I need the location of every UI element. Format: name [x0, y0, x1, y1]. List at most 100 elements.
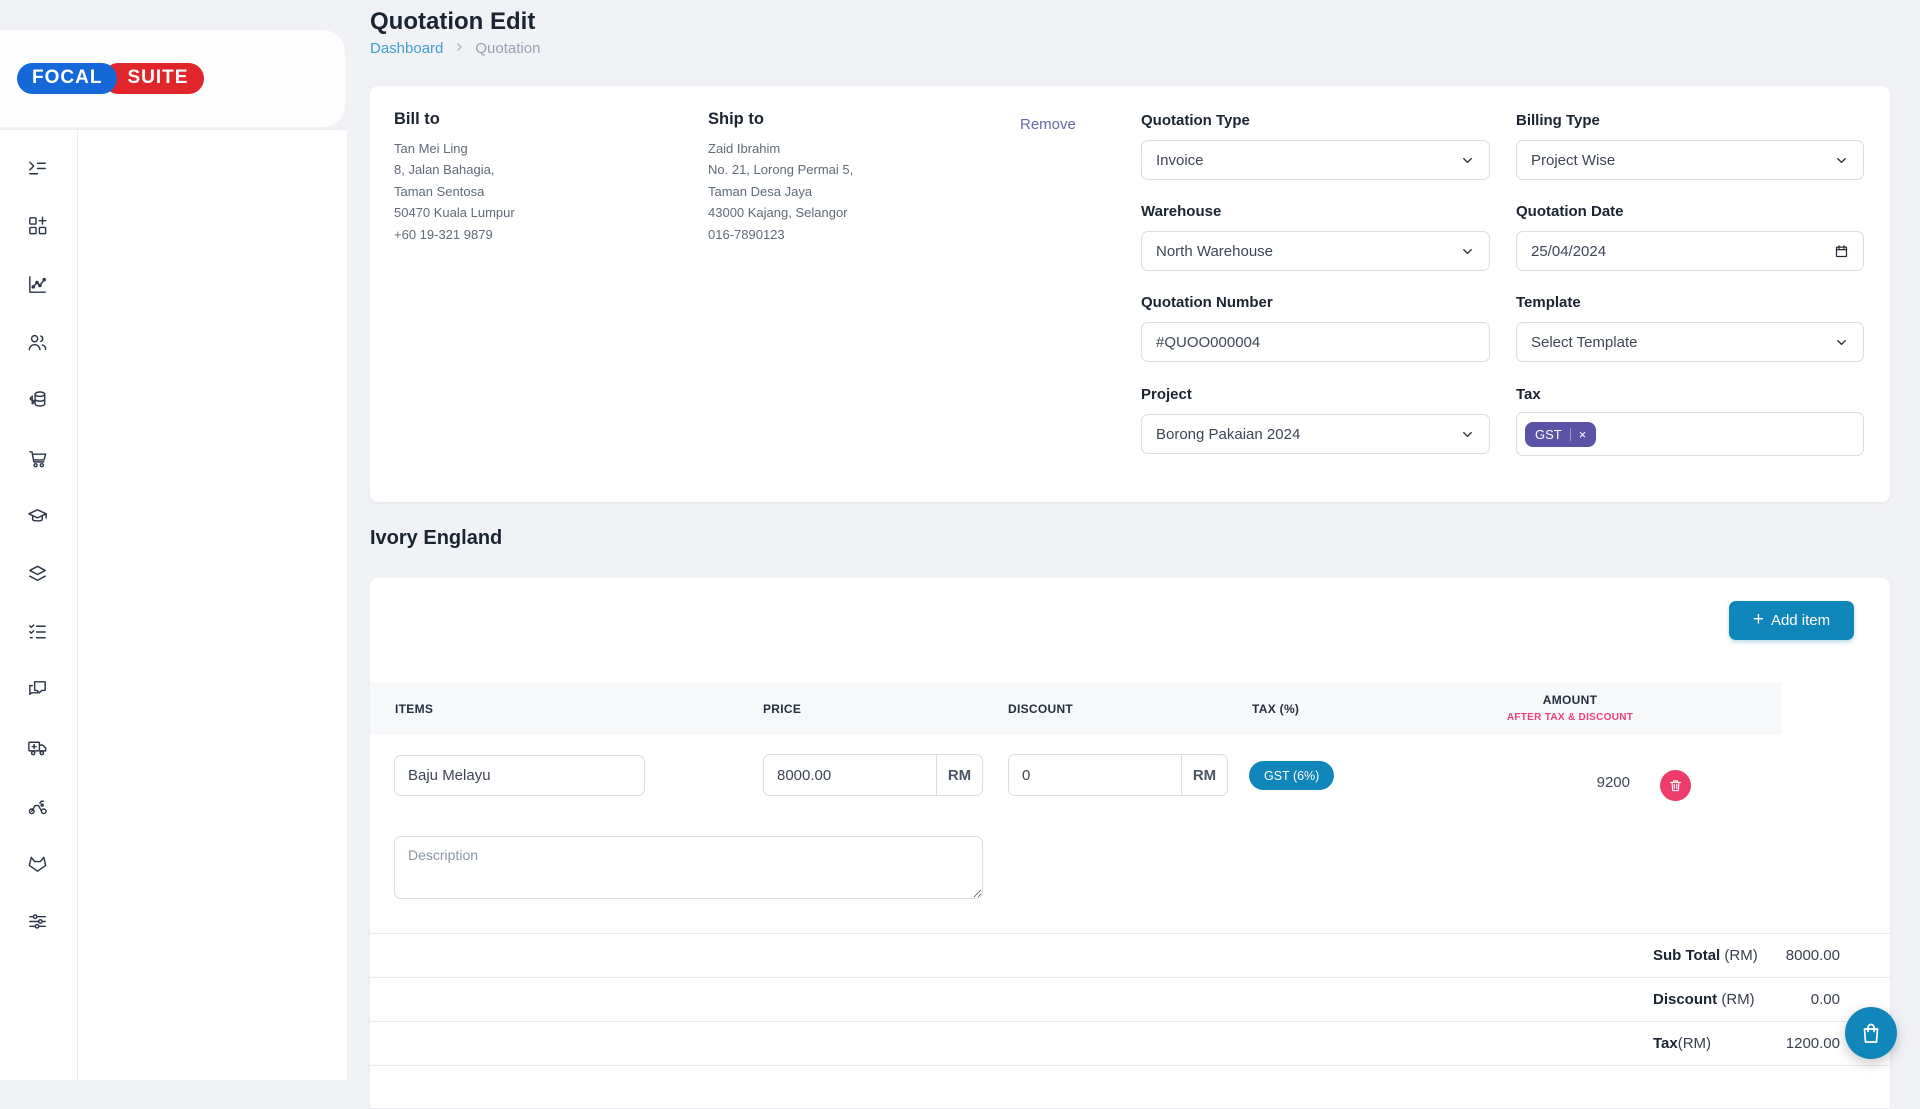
totals-section: Sub Total (RM) 8000.00 Discount (RM) 0.0… [370, 933, 1890, 1109]
template-value: Select Template [1531, 334, 1637, 351]
bill-to-address-line: 50470 Kuala Lumpur [394, 202, 674, 223]
remove-customer-link[interactable]: Remove [1020, 116, 1076, 133]
app-logo[interactable]: FOCAL SUITE [0, 30, 345, 127]
quotation-date-input[interactable]: 25/04/2024 [1516, 231, 1864, 271]
warehouse-label: Warehouse [1141, 203, 1490, 220]
customer-name-heading: Ivory England [370, 527, 502, 550]
ship-to-phone: 016-7890123 [708, 224, 988, 245]
row-amount-value: 9200 [1530, 774, 1630, 791]
ship-to-heading: Ship to [708, 110, 988, 129]
amount-column-header: AMOUNT AFTER TAX & DISCOUNT [1480, 693, 1660, 723]
page-title: Quotation Edit [370, 8, 535, 36]
price-input[interactable] [764, 755, 936, 795]
chevron-down-icon [1460, 153, 1475, 168]
layers-icon[interactable] [26, 562, 49, 585]
discount-total-label: Discount [1653, 991, 1717, 1008]
ship-to-address-line: 43000 Kajang, Selangor [708, 202, 988, 223]
ship-to-name: Zaid Ibrahim [708, 138, 988, 159]
calendar-icon [1834, 244, 1849, 259]
checklist-icon[interactable] [26, 620, 49, 643]
amount-subheader: AFTER TAX & DISCOUNT [1480, 712, 1660, 723]
add-item-button[interactable]: + Add item [1729, 601, 1854, 640]
tax-total-value: 1200.00 [1710, 1035, 1840, 1052]
subtotal-value: 8000.00 [1710, 947, 1840, 964]
quotation-number-input[interactable] [1156, 334, 1475, 351]
chat-icon[interactable] [26, 677, 49, 700]
chart-line-icon[interactable] [26, 273, 49, 296]
delete-item-button[interactable] [1660, 770, 1691, 801]
chip-divider [1570, 428, 1571, 441]
quotation-number-field [1141, 322, 1490, 362]
row-tax-chip[interactable]: GST (6%) [1249, 761, 1334, 790]
template-select[interactable]: Select Template [1516, 322, 1864, 362]
quotation-type-value: Invoice [1156, 152, 1204, 169]
chevron-down-icon [1834, 153, 1849, 168]
chevron-down-icon [1834, 335, 1849, 350]
items-table-header: ITEMS PRICE DISCOUNT TAX (%) AMOUNT AFTE… [370, 682, 1782, 735]
warehouse-value: North Warehouse [1156, 243, 1273, 260]
discount-column-header: DISCOUNT [1008, 702, 1073, 716]
billing-type-select[interactable]: Project Wise [1516, 140, 1864, 180]
item-name-input[interactable] [394, 755, 645, 796]
quotation-date-value: 25/04/2024 [1531, 243, 1606, 260]
sliders-icon[interactable] [26, 910, 49, 933]
list-start-icon[interactable] [26, 157, 49, 180]
remove-tax-chip-button[interactable]: × [1579, 427, 1587, 442]
tax-multiselect[interactable]: GST × [1516, 412, 1864, 456]
sidebar [0, 129, 347, 1080]
quotation-type-select[interactable]: Invoice [1141, 140, 1490, 180]
items-column-header: ITEMS [395, 702, 433, 716]
chevron-down-icon [1460, 427, 1475, 442]
coins-icon[interactable] [26, 388, 49, 411]
shopping-bag-icon [1859, 1021, 1883, 1045]
cart-fab-button[interactable] [1845, 1007, 1897, 1059]
template-label: Template [1516, 294, 1864, 311]
tax-chip-label: GST [1535, 427, 1562, 442]
warehouse-select[interactable]: North Warehouse [1141, 231, 1490, 271]
bill-to-name: Tan Mei Ling [394, 138, 674, 159]
trash-icon [1668, 778, 1683, 793]
price-input-group: RM [763, 754, 983, 796]
logo-focal-text: FOCAL [17, 63, 117, 94]
discount-total-row: Discount (RM) 0.00 [370, 977, 1890, 1021]
grid-plus-icon[interactable] [26, 214, 49, 237]
item-description-textarea[interactable] [394, 836, 983, 899]
breadcrumb-current: Quotation [475, 40, 540, 57]
price-currency-suffix: RM [936, 755, 982, 795]
bill-to-block: Bill to Tan Mei Ling 8, Jalan Bahagia, T… [394, 110, 674, 245]
items-card: + Add item ITEMS PRICE DISCOUNT TAX (%) … [370, 578, 1890, 1108]
breadcrumb-dashboard-link[interactable]: Dashboard [370, 40, 443, 57]
ship-to-block: Ship to Zaid Ibrahim No. 21, Lorong Perm… [708, 110, 988, 245]
quotation-type-label: Quotation Type [1141, 112, 1490, 129]
cart-icon[interactable] [26, 447, 49, 470]
ship-to-address-line: No. 21, Lorong Permai 5, [708, 159, 988, 180]
total-row-clipped [370, 1065, 1890, 1109]
tax-chip-gst: GST × [1525, 422, 1596, 447]
discount-total-value: 0.00 [1710, 991, 1840, 1008]
bill-to-address-line: 8, Jalan Bahagia, [394, 159, 674, 180]
users-icon[interactable] [26, 331, 49, 354]
ship-to-address-line: Taman Desa Jaya [708, 181, 988, 202]
billing-type-label: Billing Type [1516, 112, 1864, 129]
project-select[interactable]: Borong Pakaian 2024 [1141, 414, 1490, 454]
graduation-cap-icon[interactable] [26, 505, 49, 528]
logo-suite-text: SUITE [103, 63, 204, 94]
project-value: Borong Pakaian 2024 [1156, 426, 1300, 443]
discount-input[interactable] [1009, 755, 1181, 795]
fox-icon[interactable] [26, 852, 49, 875]
tax-total-label: Tax [1653, 1035, 1678, 1052]
subtotal-row: Sub Total (RM) 8000.00 [370, 933, 1890, 977]
quotation-date-label: Quotation Date [1516, 203, 1864, 220]
tax-label: Tax [1516, 386, 1864, 403]
truck-plus-icon[interactable] [26, 736, 49, 759]
bill-to-phone: +60 19-321 9879 [394, 224, 674, 245]
breadcrumb: Dashboard Quotation [370, 40, 540, 57]
tax-total-row: Tax(RM) 1200.00 [370, 1021, 1890, 1065]
billing-type-value: Project Wise [1531, 152, 1615, 169]
discount-currency-suffix: RM [1181, 755, 1227, 795]
scooter-icon[interactable] [26, 795, 49, 818]
tax-column-header: TAX (%) [1252, 702, 1299, 716]
quotation-details-card: Bill to Tan Mei Ling 8, Jalan Bahagia, T… [370, 86, 1890, 502]
bill-to-heading: Bill to [394, 110, 674, 129]
bill-to-address-line: Taman Sentosa [394, 181, 674, 202]
